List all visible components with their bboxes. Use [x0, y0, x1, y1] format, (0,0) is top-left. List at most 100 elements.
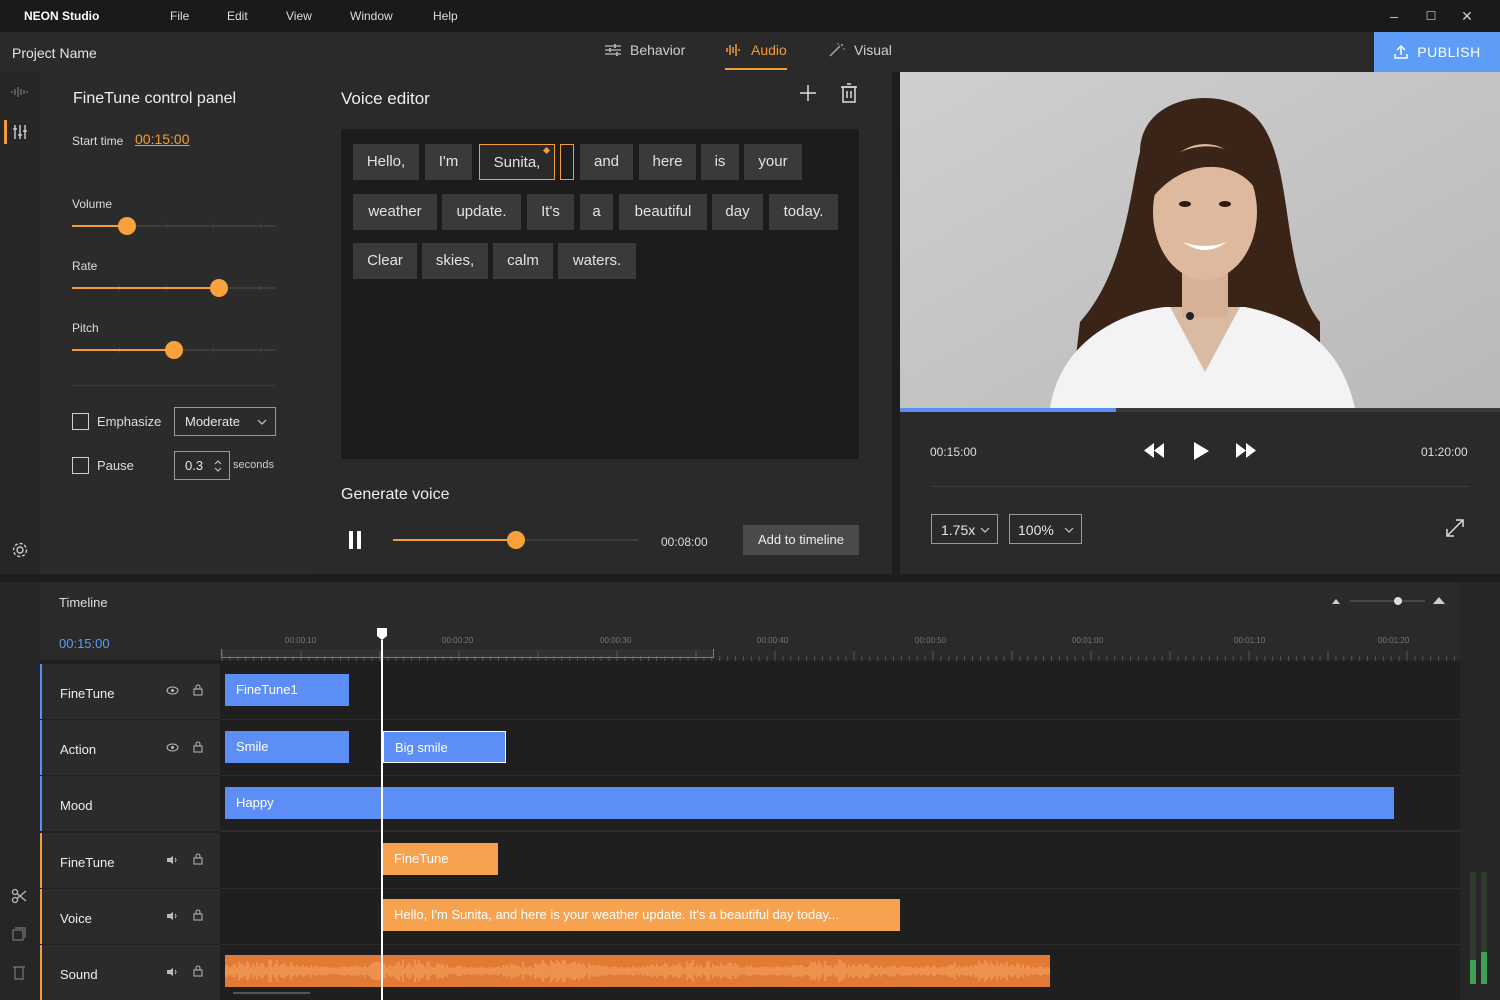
tab-behavior[interactable]: Behavior	[604, 42, 685, 70]
clip-happy[interactable]: Happy	[225, 787, 1394, 819]
adjust-sliders-icon[interactable]	[12, 124, 28, 140]
pitch-slider[interactable]	[72, 340, 276, 360]
slider-knob[interactable]	[118, 217, 137, 235]
expand-icon[interactable]	[1445, 518, 1465, 538]
word-chip[interactable]: today.	[769, 194, 838, 230]
track-name: Sound	[60, 967, 98, 982]
start-time-value[interactable]: 00:15:00	[135, 131, 190, 147]
fast-forward-icon[interactable]	[1234, 442, 1258, 459]
clip-finetune1[interactable]: FineTune1	[225, 674, 349, 706]
word-chip[interactable]: Clear	[353, 243, 417, 279]
clip-sound-waveform[interactable]	[225, 955, 1050, 987]
rate-slider[interactable]	[72, 278, 276, 298]
lane-divider	[220, 944, 1460, 945]
slider-fill	[393, 539, 516, 541]
duplicate-icon[interactable]	[12, 927, 26, 941]
player-controls: 00:15:00 01:20:00 1.75x 100%	[900, 408, 1500, 574]
word-chip[interactable]: beautiful	[619, 194, 707, 230]
close-icon[interactable]: ✕	[1457, 6, 1477, 26]
ruler-label: 00:00:30	[600, 636, 632, 645]
project-name[interactable]: Project Name	[12, 45, 97, 61]
lock-icon[interactable]	[193, 741, 203, 753]
voice-progress-slider[interactable]	[393, 530, 638, 550]
slider-knob[interactable]	[165, 341, 183, 359]
trash-icon[interactable]	[840, 83, 858, 103]
word-chip[interactable]: I'm	[425, 144, 472, 180]
eye-icon[interactable]	[166, 686, 179, 695]
word-chip[interactable]: weather	[353, 194, 437, 230]
timeline-zoom-slider[interactable]	[1331, 596, 1446, 606]
speaker-icon[interactable]	[166, 967, 178, 977]
word-chip[interactable]: It's	[527, 194, 574, 230]
menu-file[interactable]: File	[170, 9, 189, 23]
ruler-label: 00:01:00	[1072, 636, 1104, 645]
sliders-icon	[605, 44, 621, 56]
menu-help[interactable]: Help	[433, 9, 458, 23]
lock-icon[interactable]	[193, 684, 203, 696]
delete-icon[interactable]	[12, 964, 26, 980]
settings-gear-icon[interactable]	[11, 541, 29, 559]
word-chip[interactable]: day	[712, 194, 763, 230]
word-chip[interactable]: update.	[442, 194, 521, 230]
timeline-range-selector[interactable]	[221, 649, 714, 658]
scissors-icon[interactable]	[11, 888, 27, 904]
word-chip[interactable]: waters.	[558, 243, 636, 279]
speed-select[interactable]: 1.75x	[931, 514, 998, 544]
eye-icon[interactable]	[166, 743, 179, 752]
generate-voice-title: Generate voice	[341, 486, 450, 503]
word-chip-empty[interactable]	[560, 144, 574, 180]
menu-edit[interactable]: Edit	[227, 9, 248, 23]
track-lanes[interactable]	[220, 664, 1460, 1000]
play-icon[interactable]	[1192, 441, 1210, 461]
clip-big-smile[interactable]: Big smile	[383, 731, 506, 763]
word-chip[interactable]: is	[701, 144, 739, 180]
word-chip[interactable]: Hello,	[353, 144, 419, 180]
maximize-icon[interactable]: ☐	[1421, 6, 1441, 26]
emphasize-select[interactable]: Moderate	[174, 407, 276, 436]
tab-visual[interactable]: Visual	[828, 42, 892, 70]
publish-button[interactable]: PUBLISH	[1374, 32, 1500, 72]
word-chip[interactable]: skies,	[422, 243, 488, 279]
slider-knob[interactable]	[506, 531, 525, 549]
lock-icon[interactable]	[193, 909, 203, 921]
pause-icon[interactable]	[348, 530, 362, 550]
stepper-arrows-icon[interactable]	[213, 458, 223, 474]
speed-value: 1.75x	[941, 522, 976, 538]
track-header-mood[interactable]: Mood	[40, 776, 220, 831]
menu-window[interactable]: Window	[350, 9, 393, 23]
video-preview[interactable]	[900, 72, 1500, 408]
slider-fill	[72, 287, 219, 289]
zoom-select[interactable]: 100%	[1009, 514, 1082, 544]
word-chip[interactable]: here	[639, 144, 696, 180]
word-chip[interactable]: and	[580, 144, 633, 180]
track-name: Voice	[60, 911, 92, 926]
pause-checkbox[interactable]	[72, 457, 89, 474]
word-chip[interactable]: a	[580, 194, 613, 230]
tab-audio[interactable]: Audio	[725, 42, 787, 70]
clip-smile[interactable]: Smile	[225, 731, 349, 763]
word-chip[interactable]: your	[744, 144, 802, 180]
add-icon[interactable]	[799, 84, 817, 102]
playhead-handle-icon[interactable]	[376, 627, 388, 641]
rewind-icon[interactable]	[1142, 442, 1166, 459]
word-chip[interactable]: calm	[493, 243, 553, 279]
add-to-timeline-button[interactable]: Add to timeline	[743, 525, 859, 555]
lock-icon[interactable]	[193, 965, 203, 977]
clip-voice[interactable]: Hello, I'm Sunita, and here is your weat…	[383, 899, 900, 931]
lock-icon[interactable]	[193, 853, 203, 865]
playhead[interactable]	[381, 640, 383, 1000]
clip-finetune-audio[interactable]: FineTune	[383, 843, 498, 875]
menu-view[interactable]: View	[286, 9, 312, 23]
ruler-label: 00:00:10	[285, 636, 317, 645]
emphasize-checkbox[interactable]	[72, 413, 89, 430]
speaker-icon[interactable]	[166, 855, 178, 865]
speaker-icon[interactable]	[166, 911, 178, 921]
slider-knob[interactable]	[209, 279, 228, 297]
volume-slider[interactable]	[72, 216, 276, 236]
minimize-icon[interactable]: –	[1384, 6, 1404, 26]
tab-visual-label: Visual	[854, 42, 892, 58]
lane-divider	[220, 775, 1460, 776]
timeline-scrollbar[interactable]	[233, 992, 310, 994]
pause-stepper[interactable]: 0.3	[174, 451, 230, 480]
waveform-icon[interactable]	[11, 85, 29, 99]
